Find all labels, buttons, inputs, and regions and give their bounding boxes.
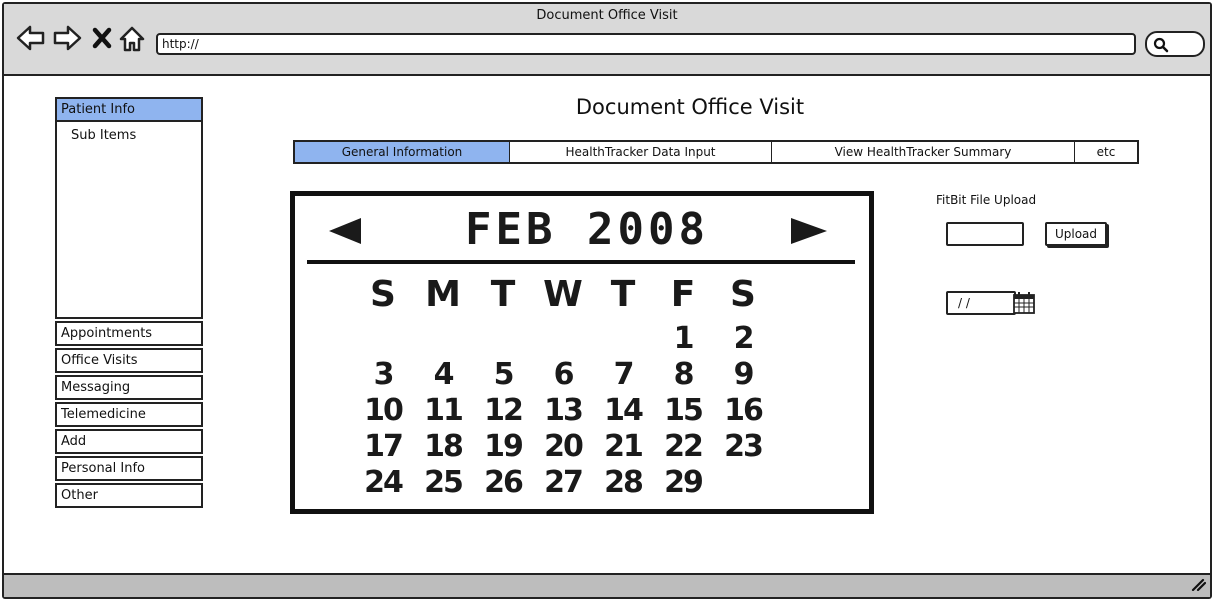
calendar-day[interactable]: 12	[473, 393, 533, 429]
calendar-day[interactable]: 2	[713, 321, 773, 357]
sidebar-item-other[interactable]: Other	[55, 483, 203, 508]
calendar-icon[interactable]	[1012, 291, 1036, 319]
window-title: Document Office Visit	[536, 8, 678, 23]
calendar-day[interactable]: 21	[593, 429, 653, 465]
calendar-day[interactable]: 10	[353, 393, 413, 429]
calendar-day	[593, 321, 653, 357]
browser-search-field[interactable]	[1145, 31, 1205, 57]
calendar-grid: SMTWTFS 1 2 3 4 5 6 7 8 9 10 11 12 13 14 15 16 17 18 19 20 2…	[353, 274, 773, 501]
calendar-day[interactable]: 25	[413, 465, 473, 501]
forward-icon[interactable]	[52, 25, 82, 55]
fitbit-upload-label: FitBit File Upload	[936, 193, 1037, 207]
calendar-day[interactable]: 11	[413, 393, 473, 429]
calendar-weekday: M	[425, 274, 461, 315]
calendar-day[interactable]: 16	[713, 393, 773, 429]
calendar-day[interactable]: 19	[473, 429, 533, 465]
sidebar-item-appointments[interactable]: Appointments	[55, 321, 203, 346]
calendar-day[interactable]: 28	[593, 465, 653, 501]
calendar-month-label: FEB 2008	[465, 204, 709, 255]
calendar-day	[713, 465, 773, 501]
calendar-day[interactable]: 1	[653, 321, 713, 357]
sidebar-item-patient-info[interactable]: Patient Info	[55, 97, 203, 122]
calendar-weekday: S	[370, 274, 396, 315]
calendar-day[interactable]: 22	[653, 429, 713, 465]
tab-etc[interactable]: etc	[1075, 142, 1137, 162]
stop-icon[interactable]	[92, 27, 112, 53]
calendar-day[interactable]: 9	[713, 357, 773, 393]
next-month-icon[interactable]	[787, 216, 831, 250]
calendar-weekday-row: SMTWTFS	[353, 274, 773, 315]
browser-chrome: Document Office Visit http://	[4, 4, 1210, 76]
calendar-day[interactable]: 24	[353, 465, 413, 501]
sidebar-item-personal-info[interactable]: Personal Info	[55, 456, 203, 481]
status-bar	[4, 573, 1210, 597]
calendar-day	[533, 321, 593, 357]
calendar-weekday: T	[490, 274, 516, 315]
tab-view-healthtracker-summary[interactable]: View HealthTracker Summary	[772, 142, 1075, 162]
calendar-weekday: F	[670, 274, 696, 315]
sidebar-subpanel: Sub Items	[55, 122, 203, 319]
upload-button[interactable]: Upload	[1045, 222, 1107, 246]
search-icon	[1153, 37, 1169, 53]
calendar-day[interactable]: 27	[533, 465, 593, 501]
calendar-day[interactable]: 5	[473, 357, 533, 393]
previous-month-icon[interactable]	[325, 216, 365, 250]
calendar-day[interactable]: 17	[353, 429, 413, 465]
sidebar: Patient Info Sub Items Appointments Offi…	[55, 97, 203, 510]
sidebar-item-office-visits[interactable]: Office Visits	[55, 348, 203, 373]
calendar-day[interactable]: 18	[413, 429, 473, 465]
calendar-header: FEB 2008	[307, 202, 855, 264]
calendar-day[interactable]: 29	[653, 465, 713, 501]
sidebar-item-telemedicine[interactable]: Telemedicine	[55, 402, 203, 427]
tab-healthtracker-data-input[interactable]: HealthTracker Data Input	[510, 142, 772, 162]
tab-bar: General Information HealthTracker Data I…	[293, 140, 1139, 164]
calendar-day[interactable]: 13	[533, 393, 593, 429]
tab-general-information[interactable]: General Information	[295, 142, 510, 162]
page-title: Document Office Visit	[575, 95, 805, 119]
calendar-day	[353, 321, 413, 357]
home-icon[interactable]	[119, 25, 145, 57]
sidebar-item-messaging[interactable]: Messaging	[55, 375, 203, 400]
calendar-day[interactable]: 3	[353, 357, 413, 393]
sidebar-item-add[interactable]: Add	[55, 429, 203, 454]
calendar-day[interactable]: 6	[533, 357, 593, 393]
calendar-weekday: S	[730, 274, 756, 315]
resize-grip-icon[interactable]	[1190, 576, 1207, 595]
calendar-image: FEB 2008 SMTWTFS 1 2 3 4 5 6 7 8 9 10 11 12 13 14 15 16…	[290, 191, 874, 514]
calendar-days: 1 2 3 4 5 6 7 8 9 10 11 12 13 14 15 16 17 18 19 20 21 22 23 24 2…	[353, 321, 773, 501]
calendar-weekday: W	[543, 274, 583, 315]
calendar-day[interactable]: 4	[413, 357, 473, 393]
sidebar-sub-items[interactable]: Sub Items	[71, 128, 136, 143]
calendar-day	[473, 321, 533, 357]
back-icon[interactable]	[16, 25, 46, 55]
calendar-day[interactable]: 26	[473, 465, 533, 501]
calendar-day[interactable]: 7	[593, 357, 653, 393]
calendar-weekday: T	[610, 274, 636, 315]
calendar-day[interactable]: 20	[533, 429, 593, 465]
calendar-day	[413, 321, 473, 357]
date-input[interactable]: / /	[946, 291, 1016, 315]
calendar-day[interactable]: 15	[653, 393, 713, 429]
url-input[interactable]: http://	[156, 33, 1136, 55]
calendar-day[interactable]: 8	[653, 357, 713, 393]
calendar-day[interactable]: 14	[593, 393, 653, 429]
fitbit-file-input[interactable]	[946, 222, 1024, 246]
calendar-day[interactable]: 23	[713, 429, 773, 465]
